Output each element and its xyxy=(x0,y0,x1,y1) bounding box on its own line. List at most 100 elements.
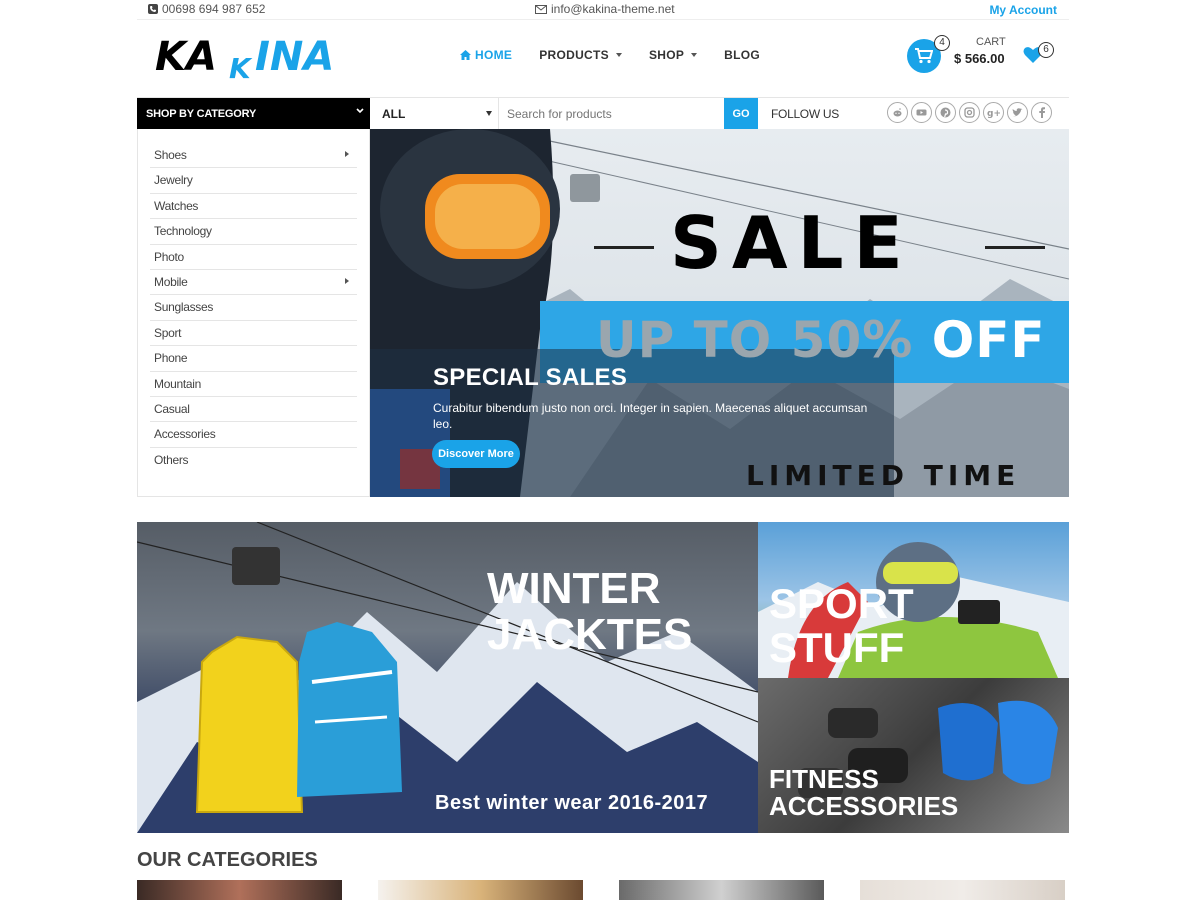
social-links: g+ xyxy=(887,102,1052,123)
wishlist-count-badge: 6 xyxy=(1038,42,1054,58)
my-account-link[interactable]: My Account xyxy=(989,3,1057,17)
hero-description: Curabitur bibendum justo non orci. Integ… xyxy=(433,401,868,431)
category-item-photo[interactable]: Photo xyxy=(150,245,357,270)
email-address[interactable]: info@kakina-theme.net xyxy=(551,2,675,16)
category-label: Accessories xyxy=(154,427,216,442)
svg-text:K: K xyxy=(229,52,253,80)
decor-dash xyxy=(594,246,654,249)
nav-home[interactable]: HOME xyxy=(460,48,512,62)
hero-title: SPECIAL SALES xyxy=(433,364,628,391)
category-item-phone[interactable]: Phone xyxy=(150,346,357,372)
nav-shop[interactable]: SHOP xyxy=(648,48,698,62)
hero-discount-off: OFF xyxy=(913,311,1046,369)
category-item-others[interactable]: Others xyxy=(150,448,357,473)
category-item-watches[interactable]: Watches xyxy=(150,194,357,220)
phone-info: 00698 694 987 652 xyxy=(148,2,265,16)
cart-label: CART xyxy=(976,36,1006,48)
chevron-right-icon xyxy=(345,151,349,157)
category-item-technology[interactable]: Technology xyxy=(150,219,357,245)
category-label: Others xyxy=(154,452,189,467)
nav-products[interactable]: PRODUCTS xyxy=(539,48,622,62)
nav-blog[interactable]: BLOG xyxy=(724,48,760,62)
category-item-mobile[interactable]: Mobile xyxy=(150,270,357,296)
facebook-icon[interactable] xyxy=(1031,102,1052,123)
category-item-mountain[interactable]: Mountain xyxy=(150,372,357,397)
category-label: Casual xyxy=(154,401,190,416)
pinterest-icon[interactable] xyxy=(935,102,956,123)
category-thumbnail[interactable] xyxy=(860,880,1065,900)
hero-discount-text: UP TO 50% OFF xyxy=(596,315,1046,365)
category-thumbnail[interactable] xyxy=(619,880,824,900)
hero-slider[interactable]: SALE UP TO 50% OFF SPECIAL SALES Curabit… xyxy=(370,129,1069,497)
home-icon xyxy=(460,50,471,60)
youtube-icon[interactable] xyxy=(911,102,932,123)
winter-title-line1: WINTER xyxy=(487,564,661,613)
dropdown-arrow-icon xyxy=(486,111,492,116)
envelope-icon xyxy=(535,4,547,14)
phone-number: 00698 694 987 652 xyxy=(162,2,266,16)
cart-icon xyxy=(915,48,933,64)
svg-text:g+: g+ xyxy=(987,109,1000,118)
winter-banner-subtitle: Best winter wear 2016-2017 xyxy=(435,792,709,814)
chevron-down-icon xyxy=(356,108,364,114)
svg-text:KA: KA xyxy=(155,34,217,80)
category-item-jewelry[interactable]: Jewelry xyxy=(150,168,357,194)
nav-blog-label: BLOG xyxy=(724,48,761,62)
discover-more-button[interactable]: Discover More xyxy=(432,440,520,468)
category-label: Shoes xyxy=(154,148,187,162)
category-label: Technology xyxy=(154,224,212,239)
category-select-value: ALL xyxy=(382,107,406,121)
sport-banner-title: SPORT STUFF xyxy=(769,580,914,672)
decor-dash xyxy=(985,246,1045,249)
category-thumbnail[interactable] xyxy=(137,880,342,900)
main-nav: HOME PRODUCTS SHOP BLOG xyxy=(460,48,760,62)
shop-by-category-toggle[interactable]: SHOP BY CATEGORY xyxy=(137,98,370,130)
shop-by-category-label: SHOP BY CATEGORY xyxy=(146,108,257,120)
fitness-title-line1: FITNESS xyxy=(769,764,879,794)
category-label: Jewelry xyxy=(154,173,193,188)
category-label: Photo xyxy=(154,249,184,264)
divider xyxy=(137,19,1069,20)
email-info[interactable]: info@kakina-theme.net xyxy=(535,2,675,16)
category-label: Mobile xyxy=(154,274,188,289)
winter-jackets-banner[interactable]: WINTER JACKTES Best winter wear 2016-2017 xyxy=(137,522,758,833)
logo-graphic: KA K INA xyxy=(155,34,334,85)
category-label: Watches xyxy=(154,198,199,213)
chevron-right-icon xyxy=(345,277,349,284)
category-select[interactable]: ALL xyxy=(370,98,498,130)
cart-total[interactable]: $ 566.00 xyxy=(954,51,1005,66)
winter-title-line2: JACKTES xyxy=(487,610,693,660)
reddit-icon[interactable] xyxy=(887,102,908,123)
category-sidebar: Shoes Jewelry Watches Technology Photo M… xyxy=(137,129,370,497)
hero-limited-time: LIMITED TIME xyxy=(746,459,1021,492)
fitness-accessories-banner[interactable]: FITNESS ACCESSORIES xyxy=(758,678,1069,833)
category-item-casual[interactable]: Casual xyxy=(150,397,357,423)
google-plus-icon[interactable]: g+ xyxy=(983,102,1004,123)
site-logo[interactable]: KA K INA xyxy=(155,34,355,85)
follow-us-label: FOLLOW US xyxy=(771,107,839,121)
sport-title-line1: SPORT xyxy=(769,580,914,627)
phone-icon xyxy=(148,4,158,14)
hero-discount-part: UP TO 50% xyxy=(596,311,914,369)
winter-banner-title: WINTER JACKTES xyxy=(487,564,693,660)
sport-title-line2: STUFF xyxy=(769,624,905,672)
svg-text:INA: INA xyxy=(255,34,334,80)
category-item-sport[interactable]: Sport xyxy=(150,321,357,347)
instagram-icon[interactable] xyxy=(959,102,980,123)
category-item-shoes[interactable]: Shoes xyxy=(150,143,357,169)
top-bar: 00698 694 987 652 info@kakina-theme.net … xyxy=(137,0,1069,18)
search-input[interactable] xyxy=(498,98,724,130)
fitness-banner-title: FITNESS ACCESSORIES xyxy=(769,764,958,821)
category-item-accessories[interactable]: Accessories xyxy=(150,422,357,448)
category-thumbnail[interactable] xyxy=(378,880,583,900)
twitter-icon[interactable] xyxy=(1007,102,1028,123)
search-go-button[interactable]: GO xyxy=(724,98,758,130)
cart-count-badge: 4 xyxy=(934,35,950,51)
nav-shop-label: SHOP xyxy=(648,48,685,62)
search-bar: SHOP BY CATEGORY ALL GO FOLLOW US g+ xyxy=(137,97,1069,130)
category-label: Sport xyxy=(154,325,182,340)
sport-stuff-banner[interactable]: SPORT STUFF xyxy=(758,522,1069,678)
chevron-down-icon xyxy=(691,53,698,57)
category-item-sunglasses[interactable]: Sunglasses xyxy=(150,295,357,321)
chevron-down-icon xyxy=(615,53,622,57)
